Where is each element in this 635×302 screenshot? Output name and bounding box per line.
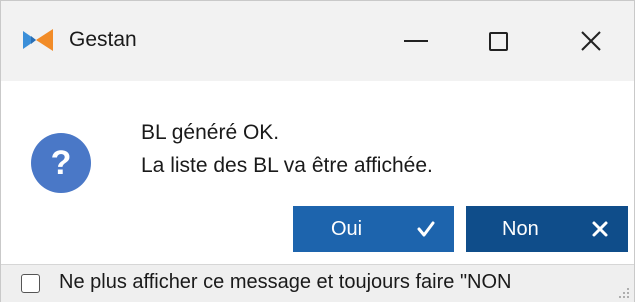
title-bar: Gestan — [1, 1, 634, 81]
checkmark-icon — [417, 221, 435, 237]
window-title: Gestan — [69, 28, 137, 51]
maximize-icon — [488, 31, 508, 51]
minimize-icon — [404, 40, 428, 42]
message-line-2: La liste des BL va être affichée. — [141, 154, 433, 177]
maximize-button[interactable] — [463, 1, 533, 81]
resize-grip-icon[interactable] — [618, 287, 630, 299]
minimize-button[interactable] — [381, 1, 451, 81]
yes-button[interactable]: Oui — [293, 206, 454, 252]
message-line-1: BL généré OK. — [141, 121, 280, 144]
dont-show-again-label[interactable]: Ne plus afficher ce message et toujours … — [59, 271, 619, 294]
no-button-label: Non — [502, 217, 539, 240]
yes-button-label: Oui — [331, 217, 363, 240]
question-icon: ? — [31, 133, 91, 193]
no-button[interactable]: Non — [466, 206, 628, 252]
close-button[interactable] — [556, 1, 626, 81]
dialog-window: Gestan ? BL généré OK. La liste des BL v… — [0, 0, 635, 302]
footer-bar: Ne plus afficher ce message et toujours … — [1, 264, 634, 302]
dont-show-again-checkbox[interactable] — [21, 274, 40, 293]
x-icon — [592, 221, 608, 237]
gestan-logo-icon — [23, 29, 53, 51]
close-icon — [581, 31, 601, 51]
